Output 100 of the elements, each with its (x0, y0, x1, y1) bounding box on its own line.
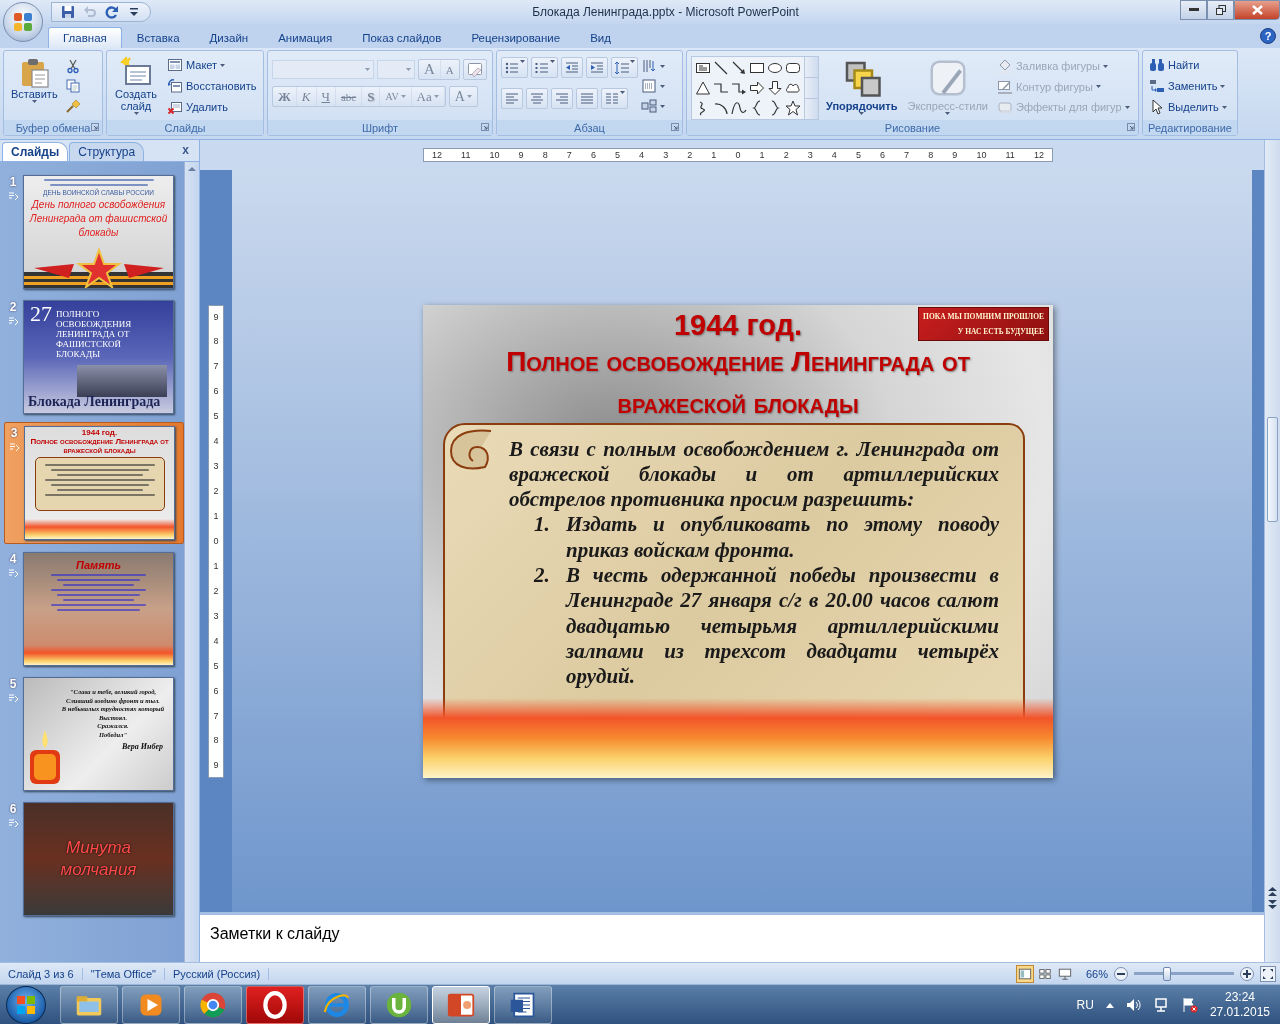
ribbon-button[interactable]: Макет (165, 56, 259, 74)
slide-number: 3 (10, 426, 18, 440)
view-button[interactable] (1015, 964, 1034, 983)
ribbon-tab[interactable]: Главная (48, 27, 122, 48)
language-indicator[interactable]: Русский (Россия) (164, 967, 270, 980)
taskbar-app-button[interactable] (308, 985, 366, 1024)
delete-slide-icon (167, 99, 183, 115)
taskbar-app-button[interactable] (246, 985, 304, 1024)
clock-date[interactable]: 27.01.2015 (1209, 1004, 1270, 1020)
slide-thumbnail[interactable]: 1944 год. Полное освобождение Ленинграда от вражеской блокады (24, 426, 175, 540)
slide-list-item[interactable]: 3 1944 год. Полное освобождение Ленинграда от вражеской блокады (4, 422, 184, 544)
scroll-thumb[interactable] (1267, 417, 1278, 522)
group-label: Редактирование (1148, 121, 1232, 134)
elbow-arrow-icon[interactable] (731, 80, 747, 96)
start-button[interactable] (6, 985, 46, 1024)
rectangle-icon[interactable] (749, 60, 765, 76)
ribbon-tab[interactable]: Вставка (121, 27, 195, 48)
group-label: Шрифт (361, 121, 399, 134)
line-spacing-icon[interactable] (614, 60, 630, 76)
caret-icon (1220, 84, 1226, 88)
ribbon-tab[interactable]: Дизайн (194, 27, 264, 48)
numbered-list-icon[interactable] (534, 60, 550, 76)
elbow-connector-icon[interactable] (713, 80, 729, 96)
down-arrow-icon[interactable] (767, 80, 783, 96)
redo-icon[interactable] (104, 4, 120, 20)
slide-thumbnail[interactable]: Минута молчания (23, 802, 174, 916)
right-arrow-icon[interactable] (749, 80, 765, 96)
keyboard-language[interactable]: RU (1076, 997, 1094, 1012)
fit-to-window-button[interactable] (1260, 965, 1276, 982)
caret-icon (520, 60, 525, 63)
paste-button[interactable]: Вставить (8, 54, 61, 120)
dialog-launcher-icon[interactable] (671, 123, 679, 131)
office-button[interactable] (3, 2, 43, 42)
slide-number: 4 (9, 552, 17, 566)
ruler-number: 0 (213, 535, 219, 546)
dialog-launcher-icon[interactable] (1127, 123, 1135, 131)
zoom-in-button[interactable] (1240, 966, 1254, 981)
taskbar-app-button[interactable] (122, 985, 180, 1024)
smartart-icon[interactable] (641, 98, 657, 114)
ruler-number: 8 (928, 150, 934, 160)
next-slide-icon[interactable] (1267, 899, 1278, 910)
oval-icon[interactable] (767, 60, 783, 76)
close-button[interactable] (1234, 0, 1280, 20)
rounded-rectangle-icon[interactable] (785, 60, 801, 76)
vertical-scrollbar[interactable] (1264, 140, 1280, 962)
new-slide-button[interactable]: Создать слайд (111, 54, 161, 120)
help-button[interactable]: ? (1260, 28, 1276, 44)
ribbon-button[interactable]: Восстановить (165, 77, 259, 95)
ribbon-tab[interactable]: Анимация (263, 27, 348, 48)
caret-icon[interactable] (1105, 1001, 1114, 1008)
star-icon[interactable] (785, 100, 801, 116)
group-label: Абзац (574, 121, 605, 134)
arc-icon[interactable] (713, 100, 729, 116)
arrange-button[interactable]: Упорядочить (823, 56, 901, 120)
taskbar-app-button[interactable] (60, 985, 118, 1024)
outdent-icon[interactable] (564, 60, 580, 76)
vertical-scrollbar[interactable] (184, 162, 199, 962)
panel-tab[interactable]: Структура (69, 142, 145, 161)
taskbar-app-button[interactable] (184, 985, 242, 1024)
zoom-slider-thumb[interactable] (1163, 966, 1171, 981)
minimize-button[interactable] (1180, 0, 1207, 20)
close-panel-button[interactable]: x (180, 143, 191, 157)
ribbon-tab[interactable]: Показ слайдов (347, 27, 457, 48)
copy-icon[interactable] (64, 78, 81, 94)
flag-icon[interactable] (1181, 996, 1198, 1013)
bullet-list-icon[interactable] (504, 60, 520, 76)
triangle-icon[interactable] (695, 80, 711, 96)
thumbnail-title: Минута молчания (59, 837, 138, 881)
ribbon-tab[interactable]: Вид (575, 27, 626, 48)
taskbar-app-button[interactable] (432, 985, 490, 1024)
slide-list-item[interactable]: 6 Минута молчания (4, 799, 184, 919)
normal-view-icon (1017, 966, 1032, 981)
ruler-number: 5 (213, 660, 219, 671)
scissors-icon[interactable] (64, 58, 81, 74)
arrow-line-icon[interactable] (731, 60, 747, 76)
network-icon[interactable] (1153, 996, 1170, 1013)
taskbar-app-button[interactable] (370, 985, 428, 1024)
ribbon-tab[interactable]: Рецензирование (456, 27, 576, 48)
clock-time[interactable]: 23:24 (1224, 989, 1255, 1005)
panel-tab[interactable]: Слайды (2, 142, 69, 161)
layout-icon (167, 57, 183, 73)
ribbon-button[interactable]: Удалить (165, 98, 259, 116)
ribbon-button[interactable]: Заменить (1147, 77, 1229, 95)
text-line (63, 584, 134, 586)
text-box-icon[interactable] (695, 60, 711, 76)
dialog-launcher-icon[interactable] (91, 123, 99, 131)
curve-icon[interactable] (731, 100, 747, 116)
ribbon-button[interactable]: Выделить (1147, 98, 1229, 116)
zoom-level[interactable]: 66% (1079, 967, 1114, 980)
align-text-icon[interactable] (641, 78, 657, 94)
ruler-number: 5 (213, 411, 219, 422)
paintbrush-icon[interactable] (64, 98, 81, 114)
ribbon-button[interactable]: Найти (1147, 56, 1229, 74)
taskbar-app-button[interactable] (494, 985, 552, 1024)
indent-icon[interactable] (589, 60, 605, 76)
restore-button[interactable] (1207, 0, 1234, 20)
line-icon[interactable] (713, 60, 729, 76)
ruler-number: 3 (213, 461, 219, 472)
zoom-out-button[interactable] (1114, 966, 1128, 981)
previous-slide-icon[interactable] (1267, 886, 1278, 897)
